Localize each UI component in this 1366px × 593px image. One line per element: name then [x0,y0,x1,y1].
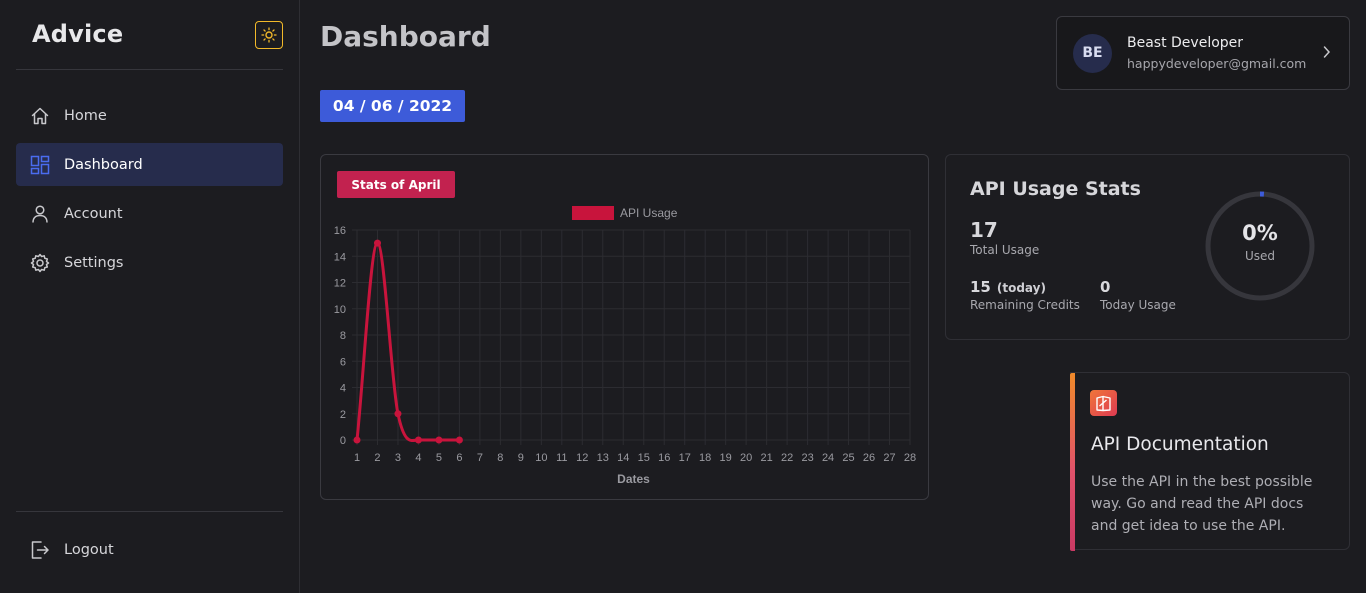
x-tick-label: 18 [699,452,711,464]
x-tick-label: 13 [597,452,609,464]
x-tick-label: 14 [617,452,629,464]
remaining-credits-value-row: 15 (today) [970,278,1046,296]
x-tick-label: 3 [395,452,401,464]
total-usage-label: Total Usage [970,243,1040,257]
user-profile-card[interactable]: BE Beast Developer happydeveloper@gmail.… [1056,16,1350,90]
x-tick-label: 7 [477,452,483,464]
x-tick-label: 5 [436,452,442,464]
x-tick-label: 26 [863,452,875,464]
doc-title: API Documentation [1091,434,1269,455]
data-point [353,436,361,444]
y-tick-label: 8 [340,330,346,342]
x-tick-label: 15 [638,452,650,464]
x-tick-label: 25 [842,452,854,464]
sidebar-divider [16,511,283,512]
dashboard-icon [30,155,50,175]
x-tick-label: 10 [535,452,547,464]
x-tick-label: 1 [354,452,360,464]
y-tick-label: 10 [334,304,346,316]
home-icon [30,106,50,126]
date-badge: 04 / 06 / 2022 [320,90,465,122]
sun-icon [261,27,277,43]
logout-button[interactable]: Logout [16,528,283,571]
data-point [394,410,402,418]
user-name: Beast Developer [1127,35,1244,51]
sidebar-item-label: Dashboard [64,156,143,173]
x-tick-label: 21 [761,452,773,464]
brand-title: Advice [32,20,124,48]
series-line [355,241,460,443]
sidebar-item-label: Home [64,107,107,124]
today-tag: (today) [996,281,1046,295]
y-tick-label: 2 [340,409,346,421]
y-tick-label: 14 [334,251,346,263]
y-tick-label: 4 [340,383,346,395]
total-usage-value: 17 [970,218,998,242]
x-tick-label: 9 [518,452,524,464]
doc-description: Use the API in the best possible way. Go… [1091,474,1313,534]
data-point [435,436,443,444]
used-percent: 0% [1242,221,1278,245]
x-tick-label: 4 [415,452,421,464]
stats-chart-card: 0 2 4 6 8 10 12 14 16 1 2 3 4 5 6 7 8 9 10 11 12 13 14 15 16 17 18… [320,154,929,500]
page-title: Dashboard [320,20,491,53]
legend-label: API Usage [620,206,678,220]
today-usage-value: 0 [1100,278,1111,296]
api-usage-chart: 02468101214161 2 3 4 5 6 7 8 9 10 11 12 13 14 15 16 17 18… [334,206,916,486]
avatar: BE [1073,33,1112,73]
doc-accent-bar [1070,373,1075,551]
sidebar-item-label: Account [64,205,123,222]
user-email: happydeveloper@gmail.com [1127,56,1307,71]
theme-toggle-button[interactable] [255,21,283,49]
sidebar-item-dashboard[interactable]: Dashboard [16,143,283,186]
x-axis-label: Dates [617,472,650,486]
data-point [414,436,422,444]
sidebar-divider [16,69,283,70]
data-point [373,239,381,247]
x-tick-label: 12 [576,452,588,464]
usage-ring [1205,191,1315,301]
api-documentation-card[interactable]: API Documentation Use the API in the bes… [1070,372,1350,551]
remaining-credits-label: Remaining Credits [970,298,1080,312]
x-tick-label: 11 [556,452,567,464]
logout-label: Logout [64,541,114,558]
sidebar-item-home[interactable]: Home [16,94,283,137]
chevron-right-icon [1323,46,1331,58]
x-tick-label: 27 [883,452,895,464]
x-tick-label: 6 [456,452,462,464]
x-tick-label: 23 [801,452,813,464]
y-tick-label: 12 [334,278,346,290]
x-tick-label: 16 [658,452,670,464]
sidebar-item-settings[interactable]: Settings [16,241,283,284]
used-label: Used [1244,249,1276,263]
stats-tag: Stats of April [337,171,455,198]
x-tick-label: 24 [822,452,834,464]
today-usage-label: Today Usage [1100,298,1176,312]
x-tick-label: 8 [497,452,503,464]
sidebar-item-account[interactable]: Account [16,192,283,235]
user-icon [30,204,50,224]
x-tick-label: 19 [720,452,732,464]
sidebar: Advice Home Dashboard Account Settings L… [0,0,300,593]
data-point [455,436,463,444]
api-stats-title: API Usage Stats [970,178,1141,200]
x-tick-label: 22 [781,452,793,464]
legend-swatch [572,206,614,220]
x-tick-label: 28 [904,452,916,464]
x-tick-label: 20 [740,452,752,464]
logout-icon [30,540,50,560]
x-tick-label: 17 [679,452,691,464]
y-tick-label: 0 [340,435,346,447]
y-tick-label: 16 [334,225,346,237]
sidebar-item-label: Settings [64,254,124,271]
api-usage-stats-card: API Usage Stats 17 Total Usage 15 (today)… [945,154,1350,340]
x-tick-label: 2 [374,452,380,464]
y-tick-label: 6 [340,356,346,368]
book-icon [1090,390,1117,416]
remaining-credits-value: 15 [970,278,991,296]
gear-icon [30,253,50,273]
